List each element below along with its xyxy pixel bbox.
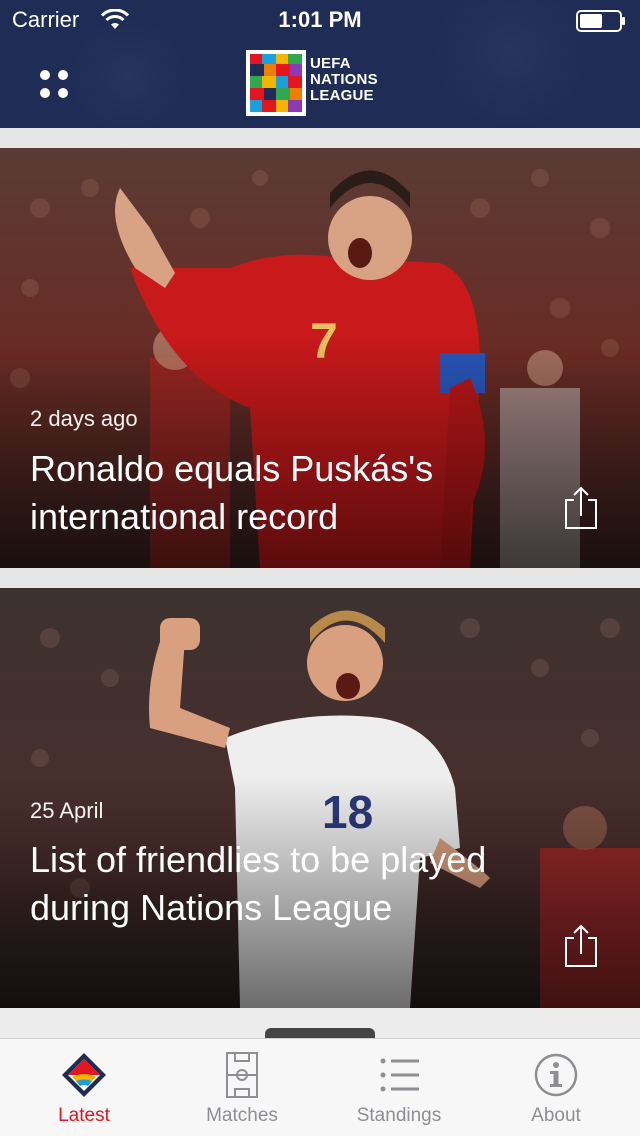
tab-matches[interactable]: Matches	[162, 1039, 322, 1136]
article-date: 25 April	[30, 798, 104, 823]
tab-bar: Latest Matches Standings About	[0, 1038, 640, 1136]
nations-league-logo-icon	[246, 50, 306, 116]
tab-label: Latest	[58, 1105, 110, 1126]
list-icon	[380, 1058, 419, 1092]
share-icon[interactable]	[562, 486, 600, 530]
tab-label: About	[531, 1105, 581, 1126]
battery-icon	[576, 10, 625, 32]
menu-button[interactable]	[34, 64, 74, 104]
nations-league-diamond-icon	[62, 1053, 106, 1097]
article-card[interactable]: 7 2 days ago Ronaldo equals Puskás's int…	[0, 148, 640, 568]
logo-line-uefa: UEFA	[310, 55, 351, 72]
nations-league-logo: UEFA NATIONS LEAGUE	[246, 50, 406, 118]
clock: 1:01 PM	[278, 7, 362, 32]
tab-about[interactable]: About	[476, 1039, 636, 1136]
tab-latest[interactable]: Latest	[4, 1039, 164, 1136]
article-card[interactable]: 18 25 April List of friendlies to be pla…	[0, 588, 640, 1008]
logo-line-league: LEAGUE	[310, 87, 374, 104]
tab-label: Matches	[206, 1105, 278, 1126]
status-bar: Carrier 1:01 PM	[0, 0, 640, 40]
tab-standings[interactable]: Standings	[319, 1039, 479, 1136]
article-date: 2 days ago	[30, 406, 138, 431]
logo-line-nations: NATIONS	[310, 71, 378, 88]
logo-text: UEFA NATIONS LEAGUE	[310, 56, 378, 104]
tab-label: Standings	[356, 1105, 442, 1126]
article-title[interactable]: Ronaldo equals Puskás's international re…	[30, 445, 530, 541]
article-title[interactable]: List of friendlies to be played during N…	[30, 836, 530, 932]
pitch-icon	[226, 1052, 258, 1098]
info-icon	[534, 1053, 578, 1097]
share-icon[interactable]	[562, 924, 600, 968]
app-header: Carrier 1:01 PM UEFA NATIONS LEAGUE	[0, 0, 640, 128]
